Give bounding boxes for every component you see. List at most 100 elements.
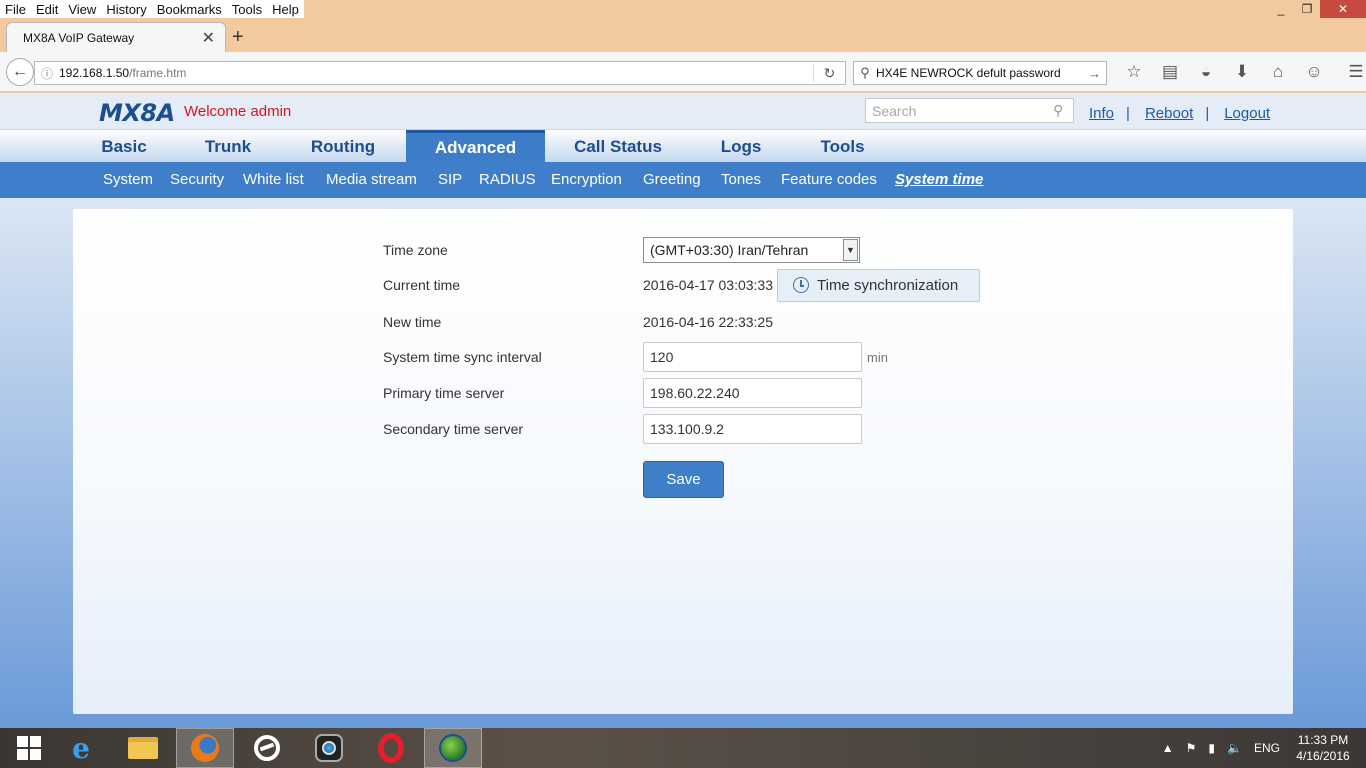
browser-tab[interactable]: MX8A VoIP Gateway ✕ [6,22,226,52]
separator: | [1205,105,1210,122]
subnav-encryption[interactable]: Encryption [551,171,622,188]
camera-icon [315,734,343,762]
page-header: MX8A Welcome admin ⚲ Info | Reboot | Log… [0,93,1366,129]
url-text[interactable]: 192.168.1.50/frame.htm [59,66,813,80]
taskbar-camera[interactable] [300,728,358,768]
site-search[interactable]: ⚲ [865,98,1074,123]
time-zone-value: (GMT+03:30) Iran/Tehran [650,242,809,258]
flag-icon[interactable]: ⚑ [1186,741,1197,755]
nav-call-status[interactable]: Call Status [562,130,674,163]
sync-interval-row: System time sync interval 120 min [383,342,1083,372]
logo: MX8A [99,99,175,127]
current-time-value: 2016-04-17 03:03:33 [643,277,773,293]
restore-button[interactable]: ❐ [1294,0,1320,18]
secondary-server-row: Secondary time server 133.100.9.2 [383,414,1083,444]
sync-interval-label: System time sync interval [383,349,542,365]
logout-link[interactable]: Logout [1224,105,1270,122]
hamburger-menu-icon[interactable]: ☰ [1338,62,1366,82]
taskbar-opera[interactable] [362,728,420,768]
opera-icon [378,733,404,763]
menu-edit[interactable]: Edit [31,2,63,17]
subnav-security[interactable]: Security [170,171,224,188]
time-zone-select[interactable]: (GMT+03:30) Iran/Tehran ▼ [643,237,860,263]
taskbar-download-manager[interactable] [424,728,482,768]
minimize-button[interactable]: _ [1268,0,1294,18]
url-path: /frame.htm [129,66,187,80]
subnav-sip[interactable]: SIP [438,171,462,188]
primary-server-input[interactable]: 198.60.22.240 [643,378,862,408]
search-icon[interactable]: ⚲ [1053,102,1073,119]
current-time-label: Current time [383,277,461,293]
new-tab-icon[interactable]: + [232,26,244,49]
menu-history[interactable]: History [101,2,151,17]
new-time-row: New time 2016-04-16 22:33:25 [383,307,1083,337]
subnav-tones[interactable]: Tones [721,171,761,188]
subnav-media-stream[interactable]: Media stream [326,171,417,188]
browser-menubar: File Edit View History Bookmarks Tools H… [0,0,1366,18]
menu-bookmarks[interactable]: Bookmarks [152,2,227,17]
home-icon[interactable]: ⌂ [1260,62,1296,82]
info-icon[interactable]: ⓘ [35,65,59,82]
menu-file[interactable]: File [0,2,31,17]
sync-interval-input[interactable]: 120 [643,342,862,372]
subnav-greeting[interactable]: Greeting [643,171,701,188]
folder-icon [128,737,158,759]
menu-help[interactable]: Help [267,2,304,17]
browser-navbar: ← ⓘ 192.168.1.50/frame.htm ↻ ⚲ HX4E NEWR… [0,52,1366,92]
taskbar-app-ring[interactable] [238,728,296,768]
subnav-system-time[interactable]: System time [895,171,983,188]
subnav-white-list[interactable]: White list [243,171,304,188]
save-button[interactable]: Save [643,461,724,498]
taskbar-ie[interactable]: e [52,728,110,768]
volume-icon[interactable]: 🔈 [1227,741,1242,755]
nav-logs[interactable]: Logs [710,130,772,163]
taskbar: e ▲ ⚑ ▮ 🔈 ENG 11:33 PM 4/16/2016 [0,728,1366,768]
chevron-down-icon[interactable]: ▼ [843,239,858,261]
subnav-radius[interactable]: RADIUS [479,171,536,188]
search-icon: ⚲ [860,65,870,80]
browser-search-query[interactable]: HX4E NEWROCK defult password [876,66,1088,80]
clock-time: 11:33 PM [1297,733,1349,747]
clock[interactable]: 11:33 PM 4/16/2016 [1292,732,1354,764]
address-bar[interactable]: ⓘ 192.168.1.50/frame.htm ↻ [34,61,846,85]
time-sync-label: Time synchronization [817,276,959,294]
chevron-up-icon[interactable]: ▲ [1162,741,1174,755]
menu-view[interactable]: View [63,2,101,17]
reboot-link[interactable]: Reboot [1145,105,1193,122]
new-time-label: New time [383,314,442,330]
nav-trunk[interactable]: Trunk [193,130,263,163]
menu-tools[interactable]: Tools [227,2,267,17]
time-sync-button[interactable]: Time synchronization [777,268,980,302]
firefox-icon [191,734,219,762]
secondary-server-label: Secondary time server [383,421,524,437]
subnav-system[interactable]: System [103,171,153,188]
nav-basic[interactable]: Basic [88,130,160,163]
hello-icon[interactable]: ☺ [1296,62,1332,82]
toolbar-icons: ☆ ▤ ◒ ⬇ ⌂ ☺ ☰ [1116,62,1366,82]
bookmark-star-icon[interactable]: ☆ [1116,62,1152,82]
browser-search-bar[interactable]: ⚲ HX4E NEWROCK defult password → [853,61,1107,85]
nav-routing[interactable]: Routing [298,130,388,163]
subnav-feature-codes[interactable]: Feature codes [781,171,877,188]
reading-list-icon[interactable]: ▤ [1152,62,1188,82]
network-icon[interactable]: ▮ [1208,741,1215,755]
back-button[interactable]: ← [6,58,34,86]
app-ring-icon [254,735,280,761]
secondary-server-input[interactable]: 133.100.9.2 [643,414,862,444]
language-indicator[interactable]: ENG [1254,741,1280,755]
taskbar-explorer[interactable] [114,728,172,768]
close-window-button[interactable]: ✕ [1320,0,1366,18]
taskbar-firefox[interactable] [176,728,234,768]
internet-explorer-icon: e [72,731,90,765]
download-icon[interactable]: ⬇ [1224,62,1260,82]
menu-group: File Edit View History Bookmarks Tools H… [0,0,304,18]
nav-advanced[interactable]: Advanced [406,130,545,163]
reload-icon[interactable]: ↻ [813,64,845,82]
site-search-input[interactable] [866,102,1053,119]
nav-tools[interactable]: Tools [810,130,875,163]
start-button[interactable] [0,728,58,768]
info-link[interactable]: Info [1089,105,1114,122]
pocket-icon[interactable]: ◒ [1188,62,1224,82]
arrow-right-icon[interactable]: → [1088,66,1106,81]
close-tab-icon[interactable]: ✕ [202,28,215,48]
